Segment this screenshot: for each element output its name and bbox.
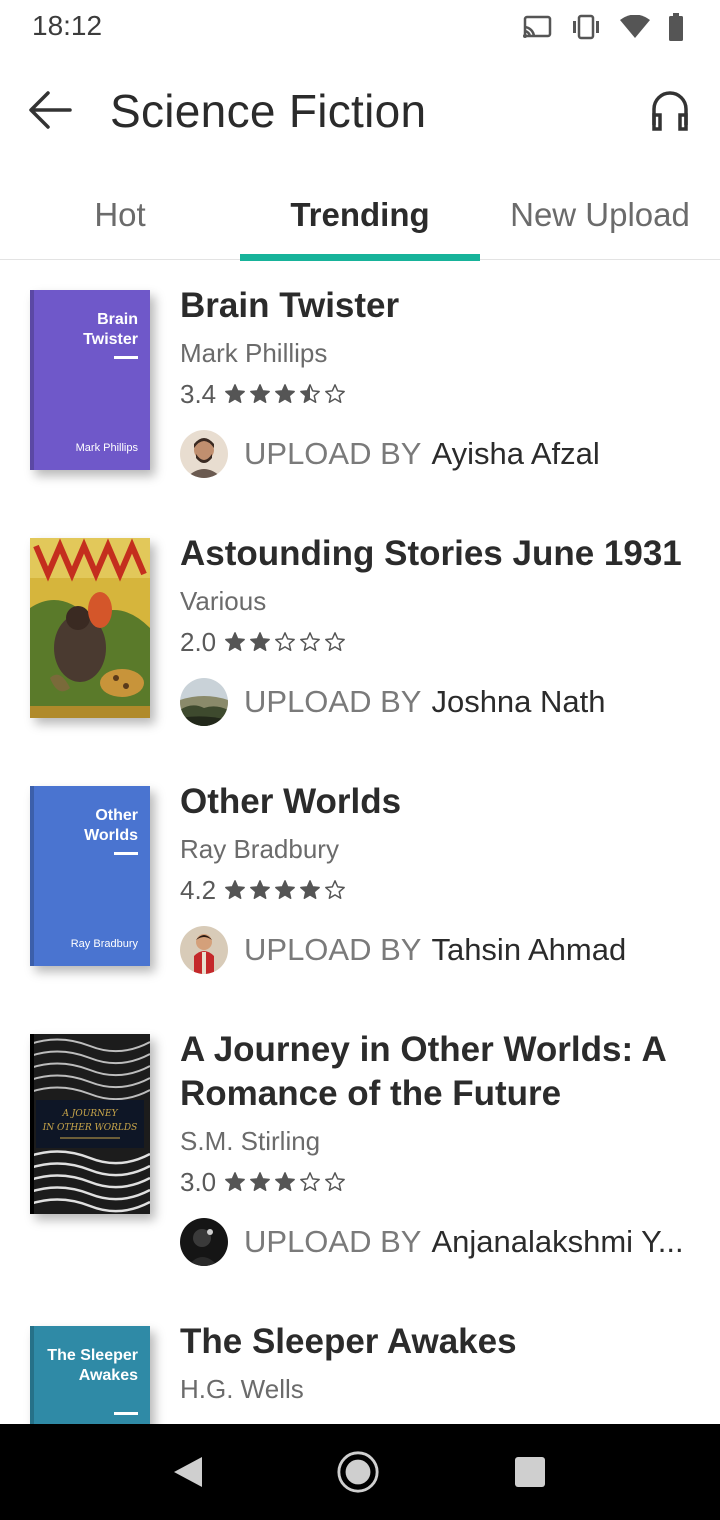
uploader-row[interactable]: UPLOAD BY Joshna Nath (180, 678, 700, 726)
book-cover[interactable]: Other Worlds Ray Bradbury (30, 786, 150, 966)
book-title[interactable]: The Sleeper Awakes (180, 1320, 700, 1364)
star-full-icon (275, 880, 296, 899)
star-full-icon (250, 1172, 271, 1191)
uploader-name: Ayisha Afzal (431, 436, 600, 471)
system-nav-bar (0, 1424, 720, 1520)
wifi-icon (620, 15, 650, 38)
cover-author: Ray Bradbury (70, 938, 138, 950)
book-title[interactable]: Astounding Stories June 1931 (180, 532, 700, 576)
rating: 3.4 (180, 378, 700, 410)
rating: 2.0 (180, 626, 700, 658)
star-full-icon (225, 1172, 246, 1191)
tab-trending[interactable]: Trending (240, 180, 480, 261)
rating-value: 4.2 (180, 874, 217, 905)
cover-author: Mark Phillips (75, 442, 138, 454)
star-full-icon (225, 384, 246, 403)
cover-title: The Sleeper Awakes (47, 1347, 138, 1384)
star-full-icon (250, 880, 271, 899)
recents-square-icon (515, 1457, 545, 1487)
star-empty-icon (300, 1172, 321, 1191)
book-title[interactable]: Other Worlds (180, 780, 700, 824)
book-author: S.M. Stirling (180, 1126, 321, 1156)
star-rating (224, 383, 346, 405)
star-full-icon (250, 384, 271, 403)
uploader-row[interactable]: UPLOAD BY Anjanalakshmi Y... (180, 1218, 700, 1266)
star-full-icon (275, 384, 296, 403)
avatar (180, 678, 228, 726)
svg-text:A JOURNEY: A JOURNEY (61, 1109, 118, 1119)
nav-back-button[interactable] (166, 1450, 210, 1494)
star-half-icon (300, 384, 321, 403)
book-author: H.G. Wells (180, 1374, 304, 1404)
arrow-left-icon (29, 91, 72, 129)
star-empty-icon (325, 1172, 346, 1191)
astounding-cover-art (30, 538, 150, 718)
rating: 3.0 (180, 1166, 700, 1198)
star-full-icon (225, 880, 246, 899)
status-time: 18:12 (32, 10, 103, 41)
rating-value: 3.4 (180, 378, 217, 409)
page-title: Science Fiction (110, 85, 427, 137)
book-title[interactable]: Brain Twister (180, 284, 700, 328)
audio-button[interactable] (646, 86, 694, 134)
cover-title: Brain Twister (83, 311, 138, 348)
book-cover[interactable]: The Sleeper Awakes (30, 1326, 150, 1424)
upload-label: UPLOAD BY (244, 1224, 422, 1259)
star-empty-icon (325, 880, 346, 899)
avatar (180, 430, 228, 478)
uploader-row[interactable]: UPLOAD BY Tahsin Ahmad (180, 926, 700, 974)
tab-new-upload[interactable]: New Upload (480, 180, 720, 260)
book-cover[interactable]: A JOURNEY IN OTHER WORLDS (30, 1034, 150, 1214)
avatar (180, 1218, 228, 1266)
uploader-row[interactable]: UPLOAD BY Ayisha Afzal (180, 430, 700, 478)
star-full-icon (225, 632, 246, 651)
upload-label: UPLOAD BY (244, 436, 422, 471)
book-cover[interactable] (30, 538, 150, 718)
uploader-name: Tahsin Ahmad (431, 932, 627, 967)
star-empty-icon (300, 632, 321, 651)
book-author: Various (180, 586, 267, 616)
home-circle-icon (337, 1451, 379, 1493)
star-rating (224, 879, 346, 901)
star-rating (224, 631, 346, 653)
star-rating (224, 1171, 346, 1193)
rating-value: 3.0 (180, 1166, 217, 1197)
book-author: Ray Bradbury (180, 834, 339, 864)
uploader-name: Joshna Nath (431, 684, 606, 719)
star-empty-icon (325, 632, 346, 651)
uploader-name: Anjanalakshmi Y... (431, 1224, 684, 1259)
tab-hot[interactable]: Hot (0, 180, 240, 260)
star-empty-icon (325, 384, 346, 403)
nav-recents-button[interactable] (508, 1450, 552, 1494)
headphones-icon (652, 91, 688, 131)
nav-home-button[interactable] (336, 1450, 380, 1494)
book-cover[interactable]: Brain Twister Mark Phillips (30, 290, 150, 470)
star-empty-icon (275, 632, 296, 651)
journey-cover-art: A JOURNEY IN OTHER WORLDS (30, 1034, 150, 1214)
avatar (180, 926, 228, 974)
star-full-icon (300, 880, 321, 899)
back-button[interactable] (26, 86, 74, 134)
book-list[interactable]: Brain Twister Mark Phillips Brain Twiste… (0, 262, 720, 1424)
rating-value: 2.0 (180, 626, 217, 657)
rating: 4.2 (180, 874, 700, 906)
status-bar: 18:12 (0, 0, 720, 52)
app-bar: Science Fiction (0, 60, 720, 160)
battery-icon (669, 13, 683, 41)
back-triangle-icon (174, 1457, 202, 1487)
upload-label: UPLOAD BY (244, 932, 422, 967)
category-tabs: Hot Trending New Upload (0, 180, 720, 261)
cover-title: Other Worlds (84, 807, 138, 844)
star-full-icon (250, 632, 271, 651)
svg-text:IN OTHER WORLDS: IN OTHER WORLDS (42, 1123, 138, 1133)
status-icons (522, 12, 684, 42)
cast-icon (523, 15, 552, 38)
upload-label: UPLOAD BY (244, 684, 422, 719)
book-author: Mark Phillips (180, 338, 328, 368)
vibrate-icon (573, 14, 599, 40)
book-title[interactable]: A Journey in Other Worlds: A Romance of … (180, 1028, 700, 1116)
star-full-icon (275, 1172, 296, 1191)
